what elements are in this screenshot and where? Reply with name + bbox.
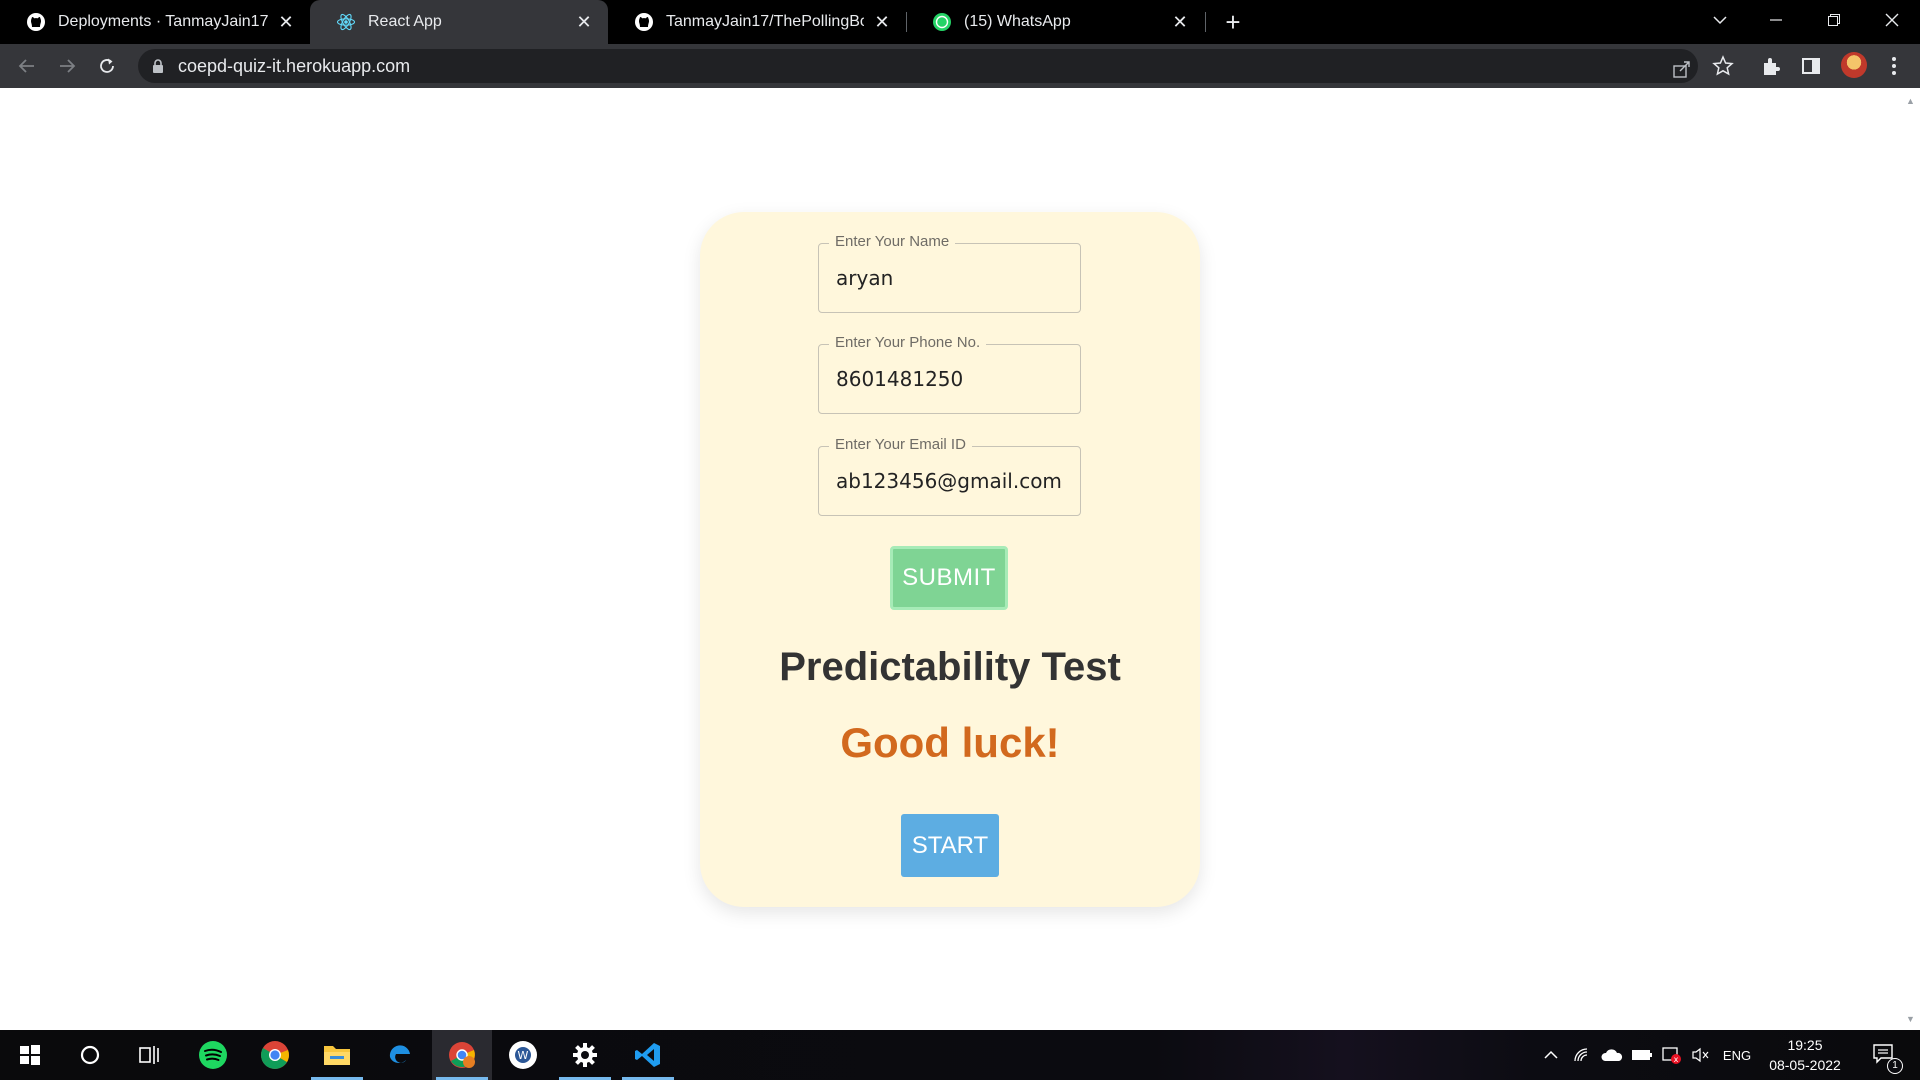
github-icon [27, 13, 45, 31]
scroll-down-icon[interactable]: ▼ [1906, 1014, 1915, 1024]
vertical-scrollbar[interactable] [1898, 88, 1920, 1030]
forward-icon[interactable] [53, 52, 81, 80]
url-text: coepd-quiz-it.herokuapp.com [178, 56, 411, 76]
close-tab-icon[interactable]: ✕ [1170, 12, 1190, 32]
tab-deployments[interactable]: Deployments · TanmayJain17/qui ✕ [0, 0, 310, 44]
reload-icon[interactable] [93, 52, 121, 80]
menu-kebab-icon[interactable] [1883, 55, 1905, 77]
close-tab-icon[interactable]: ✕ [872, 12, 892, 32]
close-tab-icon[interactable]: ✕ [574, 12, 594, 32]
name-field-value[interactable]: aryan [836, 266, 893, 290]
system-clock[interactable]: 19:25 08-05-2022 [1760, 1035, 1850, 1075]
close-window-icon[interactable] [1864, 0, 1920, 40]
settings-icon[interactable] [555, 1030, 615, 1080]
back-icon[interactable] [13, 52, 41, 80]
tab-react-app[interactable]: React App ✕ [310, 0, 608, 44]
phone-field-label: Enter Your Phone No. [829, 334, 987, 351]
volume-muted-icon[interactable] [1688, 1030, 1714, 1080]
phone-field[interactable]: Enter Your Phone No. 8601481250 [818, 334, 1081, 414]
file-explorer-icon[interactable] [307, 1030, 367, 1080]
tab-search-icon[interactable] [1692, 0, 1748, 40]
good-luck-message: Good luck! [840, 719, 1060, 766]
email-field-value[interactable]: ab123456@gmail.com [836, 469, 1062, 493]
svg-text:x: x [1674, 1055, 1679, 1064]
new-tab-icon[interactable]: + [1220, 9, 1246, 35]
name-field[interactable]: Enter Your Name aryan [818, 233, 1081, 313]
language-indicator[interactable]: ENG [1717, 1030, 1757, 1080]
share-icon[interactable] [1671, 58, 1693, 80]
browser-tab-strip: Deployments · TanmayJain17/qui ✕ React A… [0, 0, 1920, 44]
security-alert-icon[interactable]: x [1659, 1030, 1685, 1080]
chrome-icon[interactable] [245, 1030, 305, 1080]
whatsapp-icon [933, 13, 951, 31]
email-field[interactable]: Enter Your Email ID ab123456@gmail.com [818, 436, 1081, 516]
close-tab-icon[interactable]: ✕ [276, 12, 296, 32]
tab-title: Deployments · TanmayJain17/qui [58, 13, 268, 30]
notification-count-badge: 1 [1887, 1058, 1903, 1074]
minimize-icon[interactable] [1748, 0, 1804, 40]
tab-title: React App [368, 13, 442, 30]
react-icon [336, 13, 356, 31]
search-icon[interactable] [60, 1030, 120, 1080]
tab-polling-booth[interactable]: TanmayJain17/ThePollingBooth ✕ [608, 0, 906, 44]
profile-avatar[interactable] [1841, 52, 1867, 78]
clock-date: 08-05-2022 [1769, 1057, 1841, 1073]
start-icon[interactable] [0, 1030, 60, 1080]
name-field-label: Enter Your Name [829, 233, 956, 250]
extensions-icon[interactable] [1760, 55, 1782, 77]
show-hidden-icons-icon[interactable] [1540, 1030, 1562, 1080]
quiz-title: Predictability Test [779, 645, 1121, 689]
notification-center-icon[interactable]: 1 [1865, 1030, 1905, 1080]
lock-icon [153, 59, 163, 73]
chrome-profile-icon[interactable] [432, 1030, 492, 1080]
task-view-icon[interactable] [120, 1030, 180, 1080]
github-icon [635, 13, 653, 31]
submit-button[interactable]: SUBMIT [890, 546, 1008, 610]
browser-toolbar: coepd-quiz-it.herokuapp.com [0, 44, 1920, 88]
scroll-up-icon[interactable]: ▲ [1906, 96, 1915, 106]
start-button[interactable]: START [901, 814, 999, 877]
side-panel-icon[interactable] [1800, 55, 1822, 77]
address-bar[interactable]: coepd-quiz-it.herokuapp.com [138, 49, 1698, 83]
edge-icon[interactable] [370, 1030, 430, 1080]
tab-title: (15) WhatsApp [964, 13, 1071, 30]
network-icon[interactable] [1570, 1030, 1594, 1080]
onedrive-icon[interactable] [1599, 1030, 1625, 1080]
email-field-label: Enter Your Email ID [829, 436, 972, 453]
app-icon[interactable]: W [493, 1030, 553, 1080]
spotify-icon[interactable] [183, 1030, 243, 1080]
vscode-icon[interactable] [618, 1030, 678, 1080]
restore-icon[interactable] [1806, 0, 1862, 40]
phone-field-value[interactable]: 8601481250 [836, 367, 963, 391]
clock-time: 19:25 [1787, 1037, 1823, 1053]
svg-text:W: W [518, 1049, 529, 1062]
bookmark-star-icon[interactable] [1712, 55, 1734, 77]
tab-whatsapp[interactable]: (15) WhatsApp ✕ [906, 0, 1204, 44]
tab-title: TanmayJain17/ThePollingBooth [666, 13, 864, 30]
battery-icon[interactable] [1629, 1030, 1655, 1080]
tab-separator [1205, 12, 1206, 32]
windows-taskbar: W x ENG 19:25 08-05-2022 1 [0, 1030, 1920, 1080]
